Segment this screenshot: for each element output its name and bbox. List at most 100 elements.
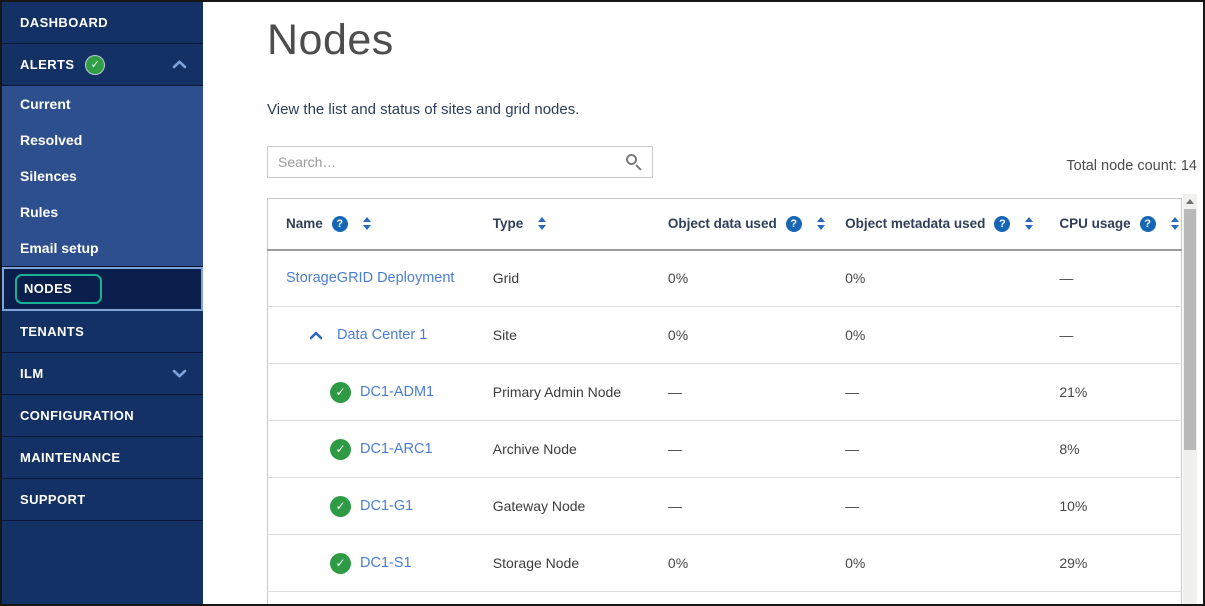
sidebar-item-email-setup[interactable]: Email setup [2,230,203,266]
cell-object-data-used: 0% [655,535,835,592]
sidebar-item-label: DASHBOARD [20,15,108,30]
column-label: Type [493,216,524,231]
table-row-node: ✓ DC1-G1 Gateway Node — — 10% [268,478,1182,535]
node-link[interactable]: StorageGRID Deployment [286,270,454,286]
sort-icon[interactable] [1171,217,1179,230]
help-icon[interactable]: ? [332,216,348,232]
column-label: Object metadata used [845,216,985,231]
table-row-partial [268,592,1182,606]
cell-cpu-usage: — [1045,307,1181,364]
cell-type: Grid [483,250,655,307]
sidebar-item-label: Resolved [20,132,82,148]
table-row-grid: StorageGRID Deployment Grid 0% 0% — [268,250,1182,307]
search-box [267,146,653,178]
alerts-submenu: Current Resolved Silences Rules Email se… [2,86,203,267]
sidebar-item-support[interactable]: SUPPORT [2,479,203,521]
sidebar-item-label: SUPPORT [20,492,86,507]
cell-type: Primary Admin Node [483,364,655,421]
cell-cpu-usage: 29% [1045,535,1181,592]
sidebar-item-label: Rules [20,204,58,220]
sidebar-item-maintenance[interactable]: MAINTENANCE [2,437,203,479]
status-ok-icon: ✓ [330,382,351,403]
search-input[interactable] [267,146,653,178]
page-title: Nodes [267,16,394,65]
cell-type: Storage Node [483,535,655,592]
help-icon[interactable]: ? [994,216,1010,232]
sidebar-item-nodes-selected[interactable]: NODES [2,267,203,311]
column-header-object-metadata-used: Object metadata used ? [835,199,1045,250]
cell-object-data-used: — [655,478,835,535]
cell-type: Site [483,307,655,364]
sort-icon[interactable] [538,217,546,230]
chevron-down-icon [172,369,187,378]
cell-object-data-used: — [655,421,835,478]
sidebar-item-label: TENANTS [20,324,84,339]
sidebar-item-label: NODES [24,281,72,296]
column-header-type: Type [483,199,655,250]
cell-object-data-used: 0% [655,250,835,307]
table-row-node: ✓ DC1-S1 Storage Node 0% 0% 29% [268,535,1182,592]
status-ok-icon: ✓ [330,496,351,517]
nodes-table: Name ? Type Object data used ? [267,198,1182,606]
table-row-node: ✓ DC1-ARC1 Archive Node — — 8% [268,421,1182,478]
cell-cpu-usage: — [1045,250,1181,307]
node-link[interactable]: Data Center 1 [337,327,427,343]
alerts-ok-badge-icon: ✓ [86,56,104,74]
cell-type: Gateway Node [483,478,655,535]
main-content: Nodes View the list and status of sites … [203,2,1203,604]
column-header-name: Name ? [268,199,483,250]
sidebar-item-resolved[interactable]: Resolved [2,122,203,158]
help-icon[interactable]: ? [1140,216,1156,232]
column-label: Object data used [668,216,777,231]
table-row-node: ✓ DC1-ADM1 Primary Admin Node — — 21% [268,364,1182,421]
storagegrid-window: DASHBOARD ALERTS ✓ Current Resolved Sile… [0,0,1205,606]
sidebar-item-label: MAINTENANCE [20,450,120,465]
cell-object-metadata-used: 0% [835,250,1045,307]
sidebar-item-configuration[interactable]: CONFIGURATION [2,395,203,437]
cell-object-metadata-used: — [835,478,1045,535]
cell-object-metadata-used: 0% [835,535,1045,592]
cell-object-metadata-used: 0% [835,307,1045,364]
sidebar-item-label: CONFIGURATION [20,408,134,423]
cell-cpu-usage: 10% [1045,478,1181,535]
scrollbar-thumb[interactable] [1184,209,1196,450]
sidebar-item-label: Email setup [20,240,99,256]
sort-icon[interactable] [817,217,825,230]
table-header-row: Name ? Type Object data used ? [268,199,1182,250]
sort-icon[interactable] [1025,217,1033,230]
sidebar-item-current[interactable]: Current [2,86,203,122]
node-link[interactable]: DC1-G1 [360,498,413,514]
cell-cpu-usage: 8% [1045,421,1181,478]
cell-object-metadata-used: — [835,364,1045,421]
nodes-focus-ring: NODES [15,274,102,304]
sidebar-item-rules[interactable]: Rules [2,194,203,230]
sort-icon[interactable] [363,217,371,230]
sidebar-item-alerts[interactable]: ALERTS ✓ [2,44,203,86]
column-label: Name [286,216,323,231]
cell-type: Archive Node [483,421,655,478]
scrollbar-up-arrow-icon[interactable] [1186,199,1194,204]
vertical-scrollbar[interactable] [1183,194,1197,604]
cell-object-data-used: 0% [655,307,835,364]
chevron-up-icon [172,60,187,69]
sidebar: DASHBOARD ALERTS ✓ Current Resolved Sile… [2,2,203,604]
collapse-chevron-up-icon[interactable] [309,331,323,340]
sidebar-item-label: Current [20,96,71,112]
sidebar-item-tenants[interactable]: TENANTS [2,311,203,353]
column-header-cpu-usage: CPU usage ? [1045,199,1181,250]
cell-cpu-usage: 21% [1045,364,1181,421]
column-header-object-data-used: Object data used ? [655,199,835,250]
sidebar-item-ilm[interactable]: ILM [2,353,203,395]
node-link[interactable]: DC1-ARC1 [360,441,433,457]
table-row-site: Data Center 1 Site 0% 0% — [268,307,1182,364]
page-subtitle: View the list and status of sites and gr… [267,101,579,118]
sidebar-item-silences[interactable]: Silences [2,158,203,194]
node-link[interactable]: DC1-S1 [360,555,412,571]
total-node-count: Total node count: 14 [1066,158,1197,174]
help-icon[interactable]: ? [786,216,802,232]
sidebar-item-dashboard[interactable]: DASHBOARD [2,2,203,44]
search-icon[interactable] [625,153,643,171]
cell-object-metadata-used: — [835,421,1045,478]
status-ok-icon: ✓ [330,439,351,460]
node-link[interactable]: DC1-ADM1 [360,384,434,400]
